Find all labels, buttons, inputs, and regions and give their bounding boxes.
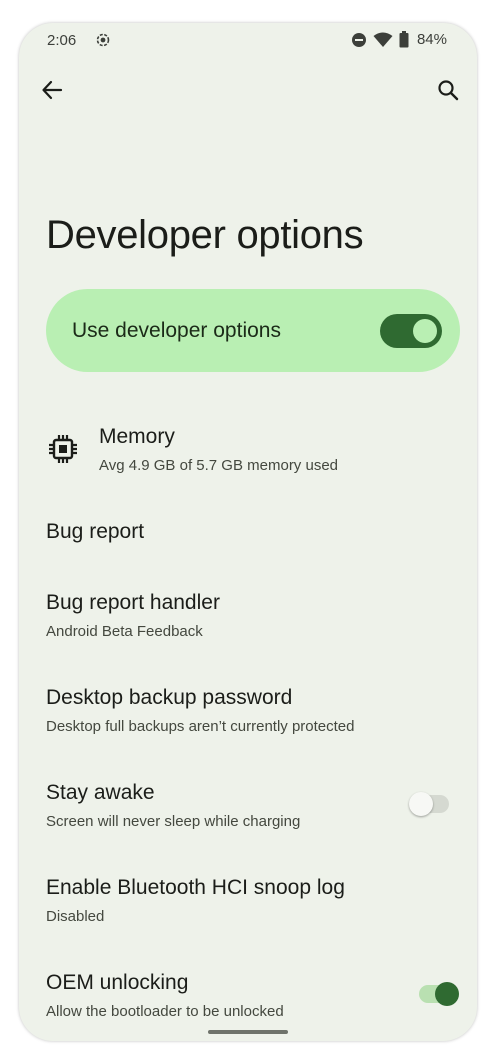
navigation-handle[interactable] bbox=[208, 1030, 288, 1034]
memory-subtitle: Avg 4.9 GB of 5.7 GB memory used bbox=[99, 457, 339, 474]
switch-thumb bbox=[409, 792, 433, 816]
bug-report-handler-subtitle: Android Beta Feedback bbox=[46, 623, 203, 640]
stay-awake-switch[interactable] bbox=[409, 792, 449, 816]
setting-bug-report[interactable]: Bug report bbox=[19, 503, 477, 559]
master-toggle-label: Use developer options bbox=[72, 319, 281, 342]
status-time: 2:06 bbox=[47, 32, 77, 49]
desktop-backup-title: Desktop backup password bbox=[46, 686, 293, 709]
battery-icon bbox=[399, 31, 409, 48]
search-icon bbox=[437, 79, 459, 106]
do-not-disturb-icon bbox=[351, 32, 367, 48]
bt-snoop-title: Enable Bluetooth HCI snoop log bbox=[46, 876, 345, 899]
battery-percent: 84% bbox=[416, 31, 447, 48]
stay-awake-subtitle: Screen will never sleep while charging bbox=[46, 813, 301, 830]
memory-title: Memory bbox=[99, 425, 175, 448]
oem-unlocking-title: OEM unlocking bbox=[46, 971, 189, 994]
search-button[interactable] bbox=[433, 77, 463, 107]
setting-desktop-backup-password[interactable]: Desktop backup password Desktop full bac… bbox=[19, 674, 477, 744]
bug-report-handler-title: Bug report handler bbox=[46, 591, 220, 614]
arrow-left-icon bbox=[41, 79, 63, 106]
back-button[interactable] bbox=[37, 77, 67, 107]
bt-snoop-subtitle: Disabled bbox=[46, 908, 105, 925]
setting-memory[interactable]: Memory Avg 4.9 GB of 5.7 GB memory used bbox=[19, 415, 477, 485]
phone-screen: 2:06 84% Developer options Use developer… bbox=[19, 23, 477, 1041]
oem-unlocking-switch[interactable] bbox=[419, 982, 459, 1006]
screen-record-icon bbox=[96, 33, 110, 51]
oem-unlocking-subtitle: Allow the bootloader to be unlocked bbox=[46, 1003, 284, 1020]
setting-bluetooth-hci-snoop-log[interactable]: Enable Bluetooth HCI snoop log Disabled bbox=[19, 864, 477, 934]
setting-stay-awake[interactable]: Stay awake Screen will never sleep while… bbox=[19, 769, 477, 839]
master-switch[interactable] bbox=[380, 314, 442, 348]
switch-thumb bbox=[435, 982, 459, 1006]
use-developer-options-toggle[interactable]: Use developer options bbox=[46, 289, 460, 372]
status-icons: 84% bbox=[351, 31, 447, 48]
desktop-backup-subtitle: Desktop full backups aren’t currently pr… bbox=[46, 718, 355, 735]
switch-thumb bbox=[413, 319, 437, 343]
setting-bug-report-handler[interactable]: Bug report handler Android Beta Feedback bbox=[19, 579, 477, 649]
bug-report-title: Bug report bbox=[46, 520, 145, 543]
stay-awake-title: Stay awake bbox=[46, 781, 155, 804]
setting-oem-unlocking[interactable]: OEM unlocking Allow the bootloader to be… bbox=[19, 959, 477, 1029]
page-title: Developer options bbox=[46, 213, 364, 257]
app-bar bbox=[19, 71, 477, 111]
status-bar: 2:06 84% bbox=[19, 23, 477, 59]
memory-chip-icon bbox=[47, 433, 79, 470]
wifi-icon bbox=[373, 32, 393, 48]
